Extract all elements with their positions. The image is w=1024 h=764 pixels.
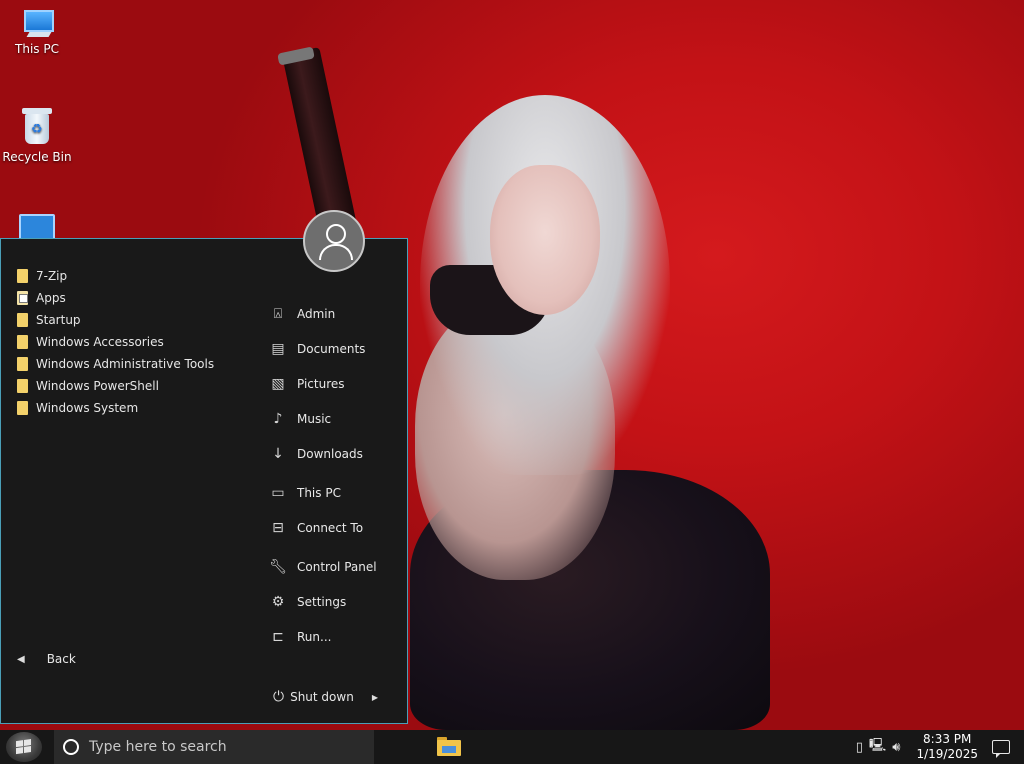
shutdown-options-arrow-icon[interactable]: ▶ xyxy=(372,693,378,702)
program-label: Windows PowerShell xyxy=(36,379,159,393)
back-label: Back xyxy=(46,652,76,666)
taskbar: Type here to search ▯ 🖳︎ 🔊︎ 8:33 PM 1/19… xyxy=(0,730,1024,764)
folder-icon xyxy=(17,357,28,371)
wrench-icon: 🔧︎ xyxy=(269,559,287,575)
program-label: 7-Zip xyxy=(36,269,68,283)
folder-icon xyxy=(17,335,28,349)
wallpaper-face xyxy=(490,165,600,315)
run-icon: ⊏ xyxy=(272,629,284,645)
connect-to-icon: ⊟ xyxy=(272,520,284,536)
clock-time: 8:33 PM xyxy=(923,732,972,746)
folder-icon xyxy=(17,379,28,393)
system-tray: ▯ 🖳︎ 🔊︎ 8:33 PM 1/19/2025 xyxy=(856,730,1024,764)
cortana-ring-icon xyxy=(63,739,79,755)
program-label: Startup xyxy=(36,313,81,327)
computer-icon: ▭ xyxy=(271,485,285,501)
program-label: Apps xyxy=(36,291,66,305)
apps-folder-icon xyxy=(17,291,28,305)
back-arrow-icon: ◀ xyxy=(17,653,25,665)
back-button[interactable]: ◀ Back xyxy=(17,652,76,666)
place-label: Settings xyxy=(297,595,347,609)
place-item-documents[interactable]: ▤ Documents xyxy=(269,338,365,360)
place-item-settings[interactable]: ⚙ Settings xyxy=(269,591,347,613)
place-item-control-panel[interactable]: 🔧︎ Control Panel xyxy=(269,556,377,578)
place-label: Music xyxy=(297,412,332,426)
program-label: Windows Administrative Tools xyxy=(36,357,215,371)
start-button[interactable] xyxy=(6,732,42,762)
program-label: Windows System xyxy=(36,401,139,415)
power-icon: ⏻ xyxy=(273,689,285,705)
program-item-windows-administrative-tools[interactable]: Windows Administrative Tools xyxy=(17,353,214,375)
recycle-bin-icon: ♻ xyxy=(22,108,52,146)
place-label: Admin xyxy=(297,307,336,321)
this-pc-icon xyxy=(20,10,54,38)
folder-icon xyxy=(17,313,28,327)
desktop-icon-recycle-bin[interactable]: ♻ Recycle Bin xyxy=(0,108,74,164)
place-item-downloads[interactable]: ↓ Downloads xyxy=(269,443,363,465)
folder-icon xyxy=(17,401,28,415)
avatar-torso xyxy=(319,244,353,260)
clock[interactable]: 8:33 PM 1/19/2025 xyxy=(916,732,978,762)
search-placeholder: Type here to search xyxy=(89,739,227,755)
taskbar-search-box[interactable]: Type here to search xyxy=(54,730,374,764)
place-label: Run... xyxy=(297,630,332,644)
program-label: Windows Accessories xyxy=(36,335,164,349)
place-item-pictures[interactable]: ▧ Pictures xyxy=(269,373,345,395)
shutdown-button[interactable]: ⏻ Shut down ▶ xyxy=(273,689,378,705)
folder-icon xyxy=(17,269,28,283)
desktop-icon-label: This PC xyxy=(15,42,59,56)
documents-icon: ▤ xyxy=(271,341,285,357)
shutdown-label: Shut down xyxy=(290,690,354,704)
file-explorer-button[interactable] xyxy=(437,735,461,757)
desktop-icon-this-pc[interactable]: This PC xyxy=(0,10,74,56)
place-item-admin[interactable]: ⍓ Admin xyxy=(269,303,335,325)
notification-center-icon[interactable] xyxy=(992,740,1010,758)
control-panel-icon xyxy=(19,214,55,240)
place-label: Pictures xyxy=(297,377,345,391)
music-icon: ♪ xyxy=(273,411,283,427)
place-label: Control Panel xyxy=(297,560,377,574)
pictures-icon: ▧ xyxy=(271,376,285,392)
user-avatar[interactable] xyxy=(303,210,365,272)
program-item-windows-accessories[interactable]: Windows Accessories xyxy=(17,331,214,353)
program-list: 7-Zip Apps Startup Windows Accessories W… xyxy=(17,265,214,419)
usb-device-icon[interactable]: ▯ xyxy=(856,740,863,755)
program-item-7zip[interactable]: 7-Zip xyxy=(17,265,214,287)
place-item-music[interactable]: ♪ Music xyxy=(269,408,332,430)
place-label: This PC xyxy=(297,486,341,500)
place-label: Downloads xyxy=(297,447,363,461)
network-icon[interactable]: 🖳︎ xyxy=(869,736,886,758)
program-item-windows-system[interactable]: Windows System xyxy=(17,397,214,419)
start-menu: 7-Zip Apps Startup Windows Accessories W… xyxy=(0,238,408,724)
program-item-startup[interactable]: Startup xyxy=(17,309,214,331)
place-item-run[interactable]: ⊏ Run... xyxy=(269,626,331,648)
clock-date: 1/19/2025 xyxy=(916,747,978,761)
avatar-head xyxy=(326,224,346,244)
place-item-this-pc[interactable]: ▭ This PC xyxy=(269,482,341,504)
windows-logo-icon xyxy=(16,739,32,755)
user-folder-icon: ⍓ xyxy=(273,306,283,322)
gear-icon: ⚙ xyxy=(271,594,285,610)
desktop-icon-label: Recycle Bin xyxy=(2,150,72,164)
downloads-icon: ↓ xyxy=(272,446,284,462)
volume-icon[interactable]: 🔊︎ xyxy=(892,740,900,755)
place-label: Connect To xyxy=(297,521,364,535)
place-item-connect-to[interactable]: ⊟ Connect To xyxy=(269,517,363,539)
program-item-windows-powershell[interactable]: Windows PowerShell xyxy=(17,375,214,397)
program-item-apps[interactable]: Apps xyxy=(17,287,214,309)
place-label: Documents xyxy=(297,342,366,356)
